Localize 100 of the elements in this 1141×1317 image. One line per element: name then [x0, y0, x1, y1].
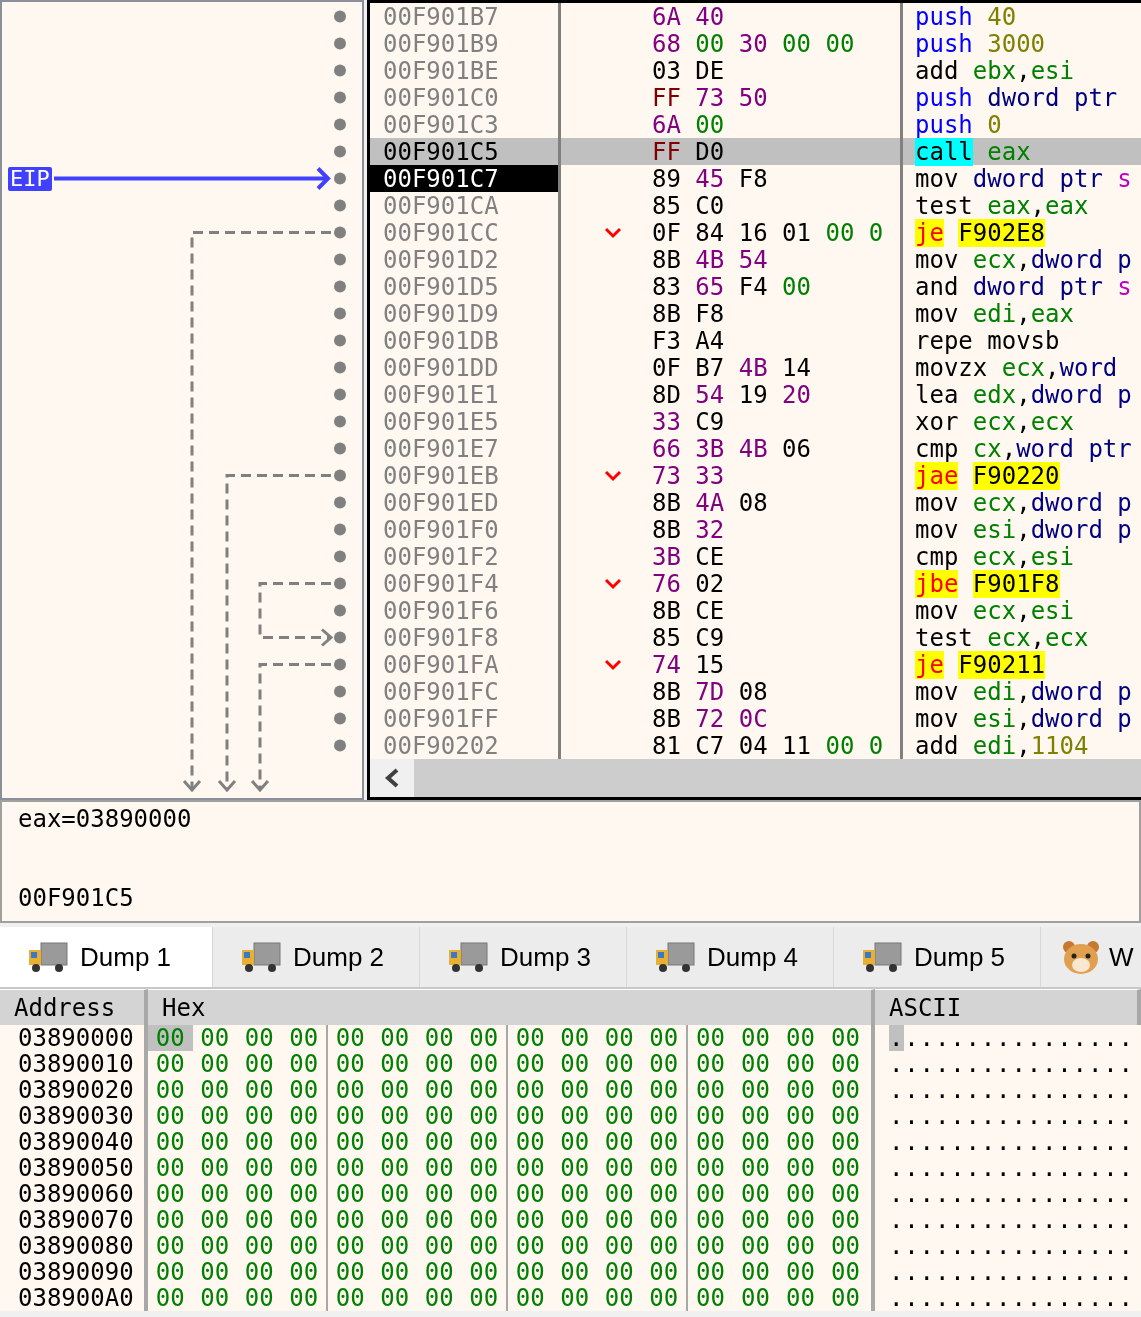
tab[interactable]: Dump 4: [627, 927, 834, 987]
byte-cell[interactable]: 00: [552, 1025, 597, 1051]
row-dot-icon[interactable]: [334, 145, 346, 158]
byte-cell[interactable]: 00: [733, 1155, 778, 1181]
byte-cell[interactable]: 00: [597, 1051, 642, 1077]
byte-cell[interactable]: 00: [508, 1285, 553, 1311]
byte-cell[interactable]: 00: [508, 1181, 553, 1207]
byte-cell[interactable]: 00: [237, 1129, 282, 1155]
byte-cell[interactable]: 00: [148, 1207, 193, 1233]
byte-cell[interactable]: 00: [372, 1129, 417, 1155]
byte-cell[interactable]: 00: [328, 1259, 373, 1285]
byte-cell[interactable]: 00: [281, 1077, 326, 1103]
address-cell[interactable]: 00F901F6: [370, 597, 561, 624]
byte-cell[interactable]: 00: [641, 1025, 686, 1051]
byte-cell[interactable]: 00: [372, 1181, 417, 1207]
address-cell[interactable]: 00F901DD: [370, 354, 561, 381]
byte-cell[interactable]: 00: [733, 1207, 778, 1233]
row-dot-icon[interactable]: [334, 118, 346, 131]
address-cell[interactable]: 00F901ED: [370, 489, 561, 516]
byte-cell[interactable]: 00: [778, 1025, 823, 1051]
row-dot-icon[interactable]: [334, 631, 346, 644]
byte-cell[interactable]: 00: [508, 1077, 553, 1103]
byte-cell[interactable]: 00: [237, 1051, 282, 1077]
byte-cell[interactable]: 00: [372, 1285, 417, 1311]
byte-cell[interactable]: 00: [688, 1103, 733, 1129]
byte-cell[interactable]: 00: [192, 1181, 237, 1207]
byte-cell[interactable]: 00: [192, 1129, 237, 1155]
byte-cell[interactable]: 00: [508, 1259, 553, 1285]
byte-cell[interactable]: 00: [552, 1207, 597, 1233]
row-dot-icon[interactable]: [334, 388, 346, 401]
byte-cell[interactable]: 00: [372, 1025, 417, 1051]
byte-cell[interactable]: 00: [688, 1233, 733, 1259]
address-cell[interactable]: 00F901FC: [370, 678, 561, 705]
byte-cell[interactable]: 00: [237, 1025, 282, 1051]
byte-cell[interactable]: 00: [281, 1129, 326, 1155]
tab[interactable]: Dump 5: [834, 927, 1041, 987]
address-cell[interactable]: 00F901F8: [370, 624, 561, 651]
byte-cell[interactable]: 00: [417, 1155, 462, 1181]
row-dot-icon[interactable]: [334, 415, 346, 428]
address-cell[interactable]: 00F901E5: [370, 408, 561, 435]
byte-cell[interactable]: 00: [778, 1285, 823, 1311]
address-cell[interactable]: 00F901F0: [370, 516, 561, 543]
byte-cell[interactable]: 00: [417, 1103, 462, 1129]
byte-cell[interactable]: 00: [597, 1077, 642, 1103]
byte-cell[interactable]: 00: [461, 1259, 506, 1285]
byte-cell[interactable]: 00: [552, 1077, 597, 1103]
byte-cell[interactable]: 00: [552, 1233, 597, 1259]
row-dot-icon[interactable]: [334, 253, 346, 266]
row-dot-icon[interactable]: [334, 226, 346, 239]
byte-cell[interactable]: 00: [281, 1233, 326, 1259]
tab[interactable]: Dump 1: [0, 927, 213, 987]
byte-cell[interactable]: 00: [688, 1181, 733, 1207]
address-cell[interactable]: 00F901E7: [370, 435, 561, 462]
byte-cell[interactable]: 00: [552, 1285, 597, 1311]
row-dot-icon[interactable]: [334, 91, 346, 104]
address-cell[interactable]: 00F901C0: [370, 84, 561, 111]
byte-cell[interactable]: 00: [237, 1207, 282, 1233]
byte-cell[interactable]: 00: [733, 1051, 778, 1077]
byte-cell[interactable]: 00: [148, 1025, 193, 1051]
byte-cell[interactable]: 00: [281, 1259, 326, 1285]
address-cell[interactable]: 00F901EB: [370, 462, 561, 489]
byte-cell[interactable]: 00: [597, 1025, 642, 1051]
byte-cell[interactable]: 00: [823, 1233, 868, 1259]
byte-cell[interactable]: 00: [372, 1259, 417, 1285]
byte-cell[interactable]: 00: [597, 1129, 642, 1155]
scroll-left-button[interactable]: [370, 759, 414, 797]
row-dot-icon[interactable]: [334, 496, 346, 509]
byte-cell[interactable]: 00: [417, 1207, 462, 1233]
byte-cell[interactable]: 00: [641, 1155, 686, 1181]
byte-cell[interactable]: 00: [641, 1077, 686, 1103]
byte-cell[interactable]: 00: [281, 1285, 326, 1311]
byte-cell[interactable]: 00: [372, 1155, 417, 1181]
row-dot-icon[interactable]: [334, 199, 346, 212]
byte-cell[interactable]: 00: [328, 1233, 373, 1259]
address-cell[interactable]: 00F901C7: [370, 165, 561, 192]
byte-cell[interactable]: 00: [552, 1155, 597, 1181]
address-cell[interactable]: 00F901F2: [370, 543, 561, 570]
byte-cell[interactable]: 00: [192, 1025, 237, 1051]
byte-cell[interactable]: 00: [328, 1155, 373, 1181]
byte-cell[interactable]: 00: [192, 1285, 237, 1311]
row-dot-icon[interactable]: [334, 739, 346, 752]
byte-cell[interactable]: 00: [641, 1233, 686, 1259]
byte-cell[interactable]: 00: [148, 1259, 193, 1285]
byte-cell[interactable]: 00: [823, 1051, 868, 1077]
byte-cell[interactable]: 00: [237, 1155, 282, 1181]
address-cell[interactable]: 00F901B7: [370, 3, 561, 30]
row-dot-icon[interactable]: [334, 280, 346, 293]
byte-cell[interactable]: 00: [597, 1233, 642, 1259]
byte-cell[interactable]: 00: [778, 1259, 823, 1285]
byte-cell[interactable]: 00: [823, 1181, 868, 1207]
byte-cell[interactable]: 00: [823, 1129, 868, 1155]
byte-cell[interactable]: 00: [328, 1051, 373, 1077]
row-dot-icon[interactable]: [334, 442, 346, 455]
byte-cell[interactable]: 00: [461, 1103, 506, 1129]
row-dot-icon[interactable]: [334, 577, 346, 590]
byte-cell[interactable]: 00: [823, 1155, 868, 1181]
address-cell[interactable]: 00F901F4: [370, 570, 561, 597]
byte-cell[interactable]: 00: [237, 1259, 282, 1285]
byte-cell[interactable]: 00: [148, 1129, 193, 1155]
byte-cell[interactable]: 00: [778, 1129, 823, 1155]
